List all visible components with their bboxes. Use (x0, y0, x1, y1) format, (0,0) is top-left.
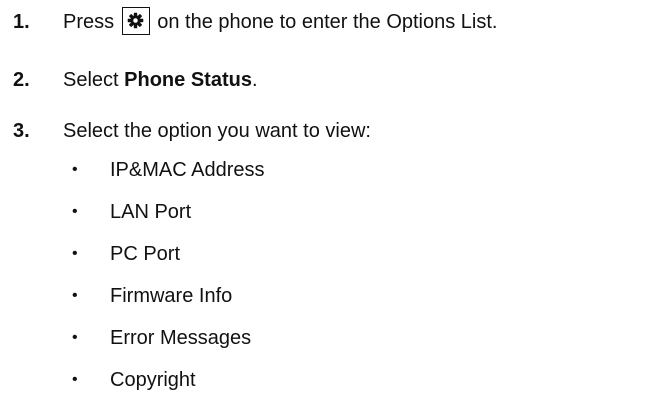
step-number: 3. (13, 120, 30, 142)
step-text: Select the option you want to view: (63, 120, 371, 142)
bullet: • (72, 371, 78, 388)
list-item-label: Firmware Info (110, 285, 233, 307)
step-text-prefix: Select (63, 69, 125, 91)
bullet: • (72, 287, 78, 304)
step-text-after-icon: on the phone to enter the Options List. (157, 11, 498, 33)
list-item-label: PC Port (110, 243, 181, 265)
bullet: • (72, 203, 78, 220)
list-item-label: Copyright (110, 369, 196, 391)
step-text: Select Phone Status. (63, 66, 258, 94)
options-key-gear-icon (121, 6, 150, 35)
menu-name-phone-status: Phone Status (124, 69, 252, 91)
list-item-label: Error Messages (110, 327, 252, 349)
step-number: 2. (13, 69, 30, 91)
bullet: • (72, 161, 78, 178)
gear-icon (127, 12, 143, 29)
bullet: • (72, 245, 78, 262)
step-text: Press on the phone to enter the Options … (63, 6, 498, 37)
bullet: • (72, 329, 78, 346)
step-text-suffix: . (251, 69, 258, 91)
step-number: 1. (13, 11, 30, 33)
list-item-label: IP&MAC Address (110, 159, 265, 181)
list-item-label: LAN Port (110, 201, 192, 223)
step-text-before-icon: Press (63, 11, 115, 33)
